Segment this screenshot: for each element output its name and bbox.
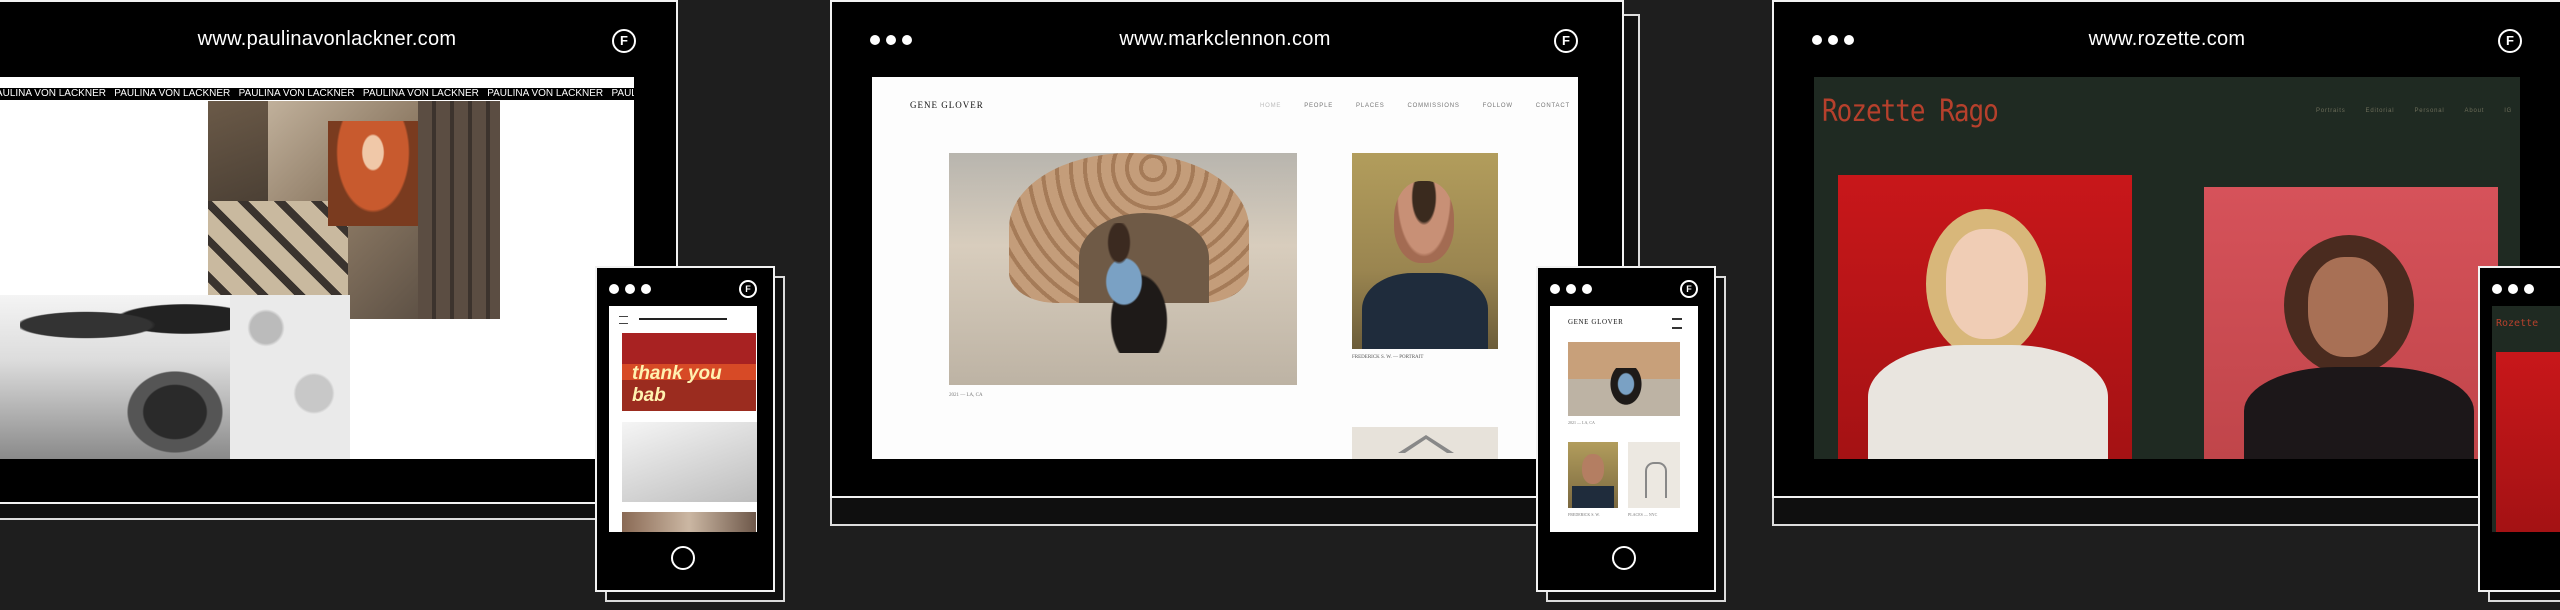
photo-man xyxy=(1079,223,1179,353)
home-icon[interactable] xyxy=(1612,546,1636,570)
mobile-brand[interactable]: Rozette xyxy=(2496,318,2538,329)
nav-places[interactable]: PLACES xyxy=(1356,103,1384,109)
phone-screen: Rozette xyxy=(2492,306,2560,532)
portrait-shirt xyxy=(1362,273,1488,349)
home-icon[interactable] xyxy=(671,546,695,570)
url-label[interactable]: www.paulinavonlackner.com xyxy=(0,28,674,51)
paulina-screen: PAULINA VON LACKNER PAULINA VON LACKNER … xyxy=(0,77,634,459)
name-marquee: PAULINA VON LACKNER PAULINA VON LACKNER … xyxy=(0,88,634,100)
url-label[interactable]: www.markclennon.com xyxy=(830,28,1620,51)
photo-portrait-pink[interactable] xyxy=(2204,187,2498,459)
site-nav: HOME PEOPLE PLACES COMMISSIONS FOLLOW CO… xyxy=(1260,103,1570,109)
mobile-brand[interactable]: GENE GLOVER xyxy=(1568,318,1623,326)
nav-contact[interactable]: CONTACT xyxy=(1536,103,1570,109)
mobile-caption-portrait: FREDERICK S. W. xyxy=(1568,512,1600,517)
mobile-banner[interactable]: thank you bab xyxy=(622,333,756,411)
photo-portrait-red[interactable] xyxy=(1838,175,2132,459)
nav-editorial[interactable]: Editorial xyxy=(2366,108,2395,114)
phone-screen: thank you bab xyxy=(609,306,757,532)
window-dots xyxy=(2492,284,2534,294)
device-markclennon: www.markclennon.com F GENE GLOVER HOME P… xyxy=(830,0,1640,530)
phone-screen: GENE GLOVER 2021 — LA, CA FREDERICK S. W… xyxy=(1550,306,1698,532)
mobile-caption-arch: PLACES — NYC xyxy=(1628,512,1658,517)
mobile-photo-main[interactable] xyxy=(1568,342,1680,416)
mobile-arch-door xyxy=(1645,462,1667,498)
menu-icon[interactable] xyxy=(619,316,628,324)
window-dots xyxy=(609,284,651,294)
portrait2-dress xyxy=(2244,367,2474,459)
caption-main: 2021 — LA, CA xyxy=(949,393,983,398)
portrait-head xyxy=(1394,181,1454,263)
mobile-photo-arch[interactable] xyxy=(1628,442,1680,508)
logo-icon[interactable]: F xyxy=(739,280,757,298)
photo-arch[interactable] xyxy=(1352,427,1498,459)
window-dots xyxy=(1550,284,1592,294)
nav-about[interactable]: About xyxy=(2465,108,2485,114)
site-brand[interactable]: Rozette Rago xyxy=(1822,95,1999,130)
mobile-portrait-shirt xyxy=(1572,486,1614,508)
mobile-photo-2[interactable] xyxy=(609,422,757,502)
mobile-portrait-face xyxy=(1582,454,1604,484)
photo-building-right xyxy=(418,101,500,319)
photo-face xyxy=(120,365,230,459)
nav-ig[interactable]: IG xyxy=(2504,108,2512,114)
nav-home[interactable]: HOME xyxy=(1260,103,1281,109)
arch-roof-inner xyxy=(1402,439,1450,455)
nav-follow[interactable]: FOLLOW xyxy=(1483,103,1513,109)
mobile-photo-portrait[interactable] xyxy=(1568,442,1618,508)
nav-personal[interactable]: Personal xyxy=(2414,108,2444,114)
logo-icon[interactable]: F xyxy=(612,29,636,53)
url-label[interactable]: www.rozette.com xyxy=(1772,28,2560,51)
mobile-photo-red[interactable] xyxy=(2496,352,2560,532)
menu-icon[interactable] xyxy=(1672,318,1682,329)
mobile-caption-main: 2021 — LA, CA xyxy=(1568,420,1595,425)
phone-paulina: F thank you bab xyxy=(595,266,790,606)
photo-portrait[interactable] xyxy=(1352,153,1498,349)
marquee-line xyxy=(639,318,727,320)
photo-arms xyxy=(20,295,240,355)
site-nav: Portraits Editorial Personal About IG xyxy=(2316,108,2520,114)
photo-architecture[interactable] xyxy=(208,101,500,319)
mobile-photo-man xyxy=(1608,368,1644,408)
device-rozette: www.rozette.com F Rozette Rago Portraits… xyxy=(1772,0,2560,530)
phone-markclennon: F GENE GLOVER 2021 — LA, CA FREDERICK S.… xyxy=(1536,266,1731,606)
photo-figure-red xyxy=(328,121,418,226)
portrait2-face xyxy=(2308,257,2388,357)
mobile-photo-3[interactable] xyxy=(622,512,756,532)
rozette-screen: Rozette Rago Portraits Editorial Persona… xyxy=(1814,77,2520,459)
site-brand[interactable]: GENE GLOVER xyxy=(910,100,984,110)
logo-icon[interactable]: F xyxy=(1554,29,1578,53)
photo-sculpture-man[interactable] xyxy=(949,153,1297,385)
markclennon-screen: GENE GLOVER HOME PEOPLE PLACES COMMISSIO… xyxy=(872,77,1578,459)
photo-leaves xyxy=(230,295,350,459)
portrait-face xyxy=(1946,229,2028,339)
caption-portrait: FREDERICK S. W. — PORTRAIT xyxy=(1352,355,1424,360)
nav-portraits[interactable]: Portraits xyxy=(2316,108,2346,114)
photo-laughing-man[interactable] xyxy=(0,295,350,459)
logo-icon[interactable]: F xyxy=(1680,280,1698,298)
nav-commissions[interactable]: COMMISSIONS xyxy=(1408,103,1460,109)
portrait-jacket xyxy=(1868,345,2108,459)
phone-rozette: Rozette xyxy=(2478,266,2560,606)
logo-icon[interactable]: F xyxy=(2498,29,2522,53)
nav-people[interactable]: PEOPLE xyxy=(1304,103,1333,109)
